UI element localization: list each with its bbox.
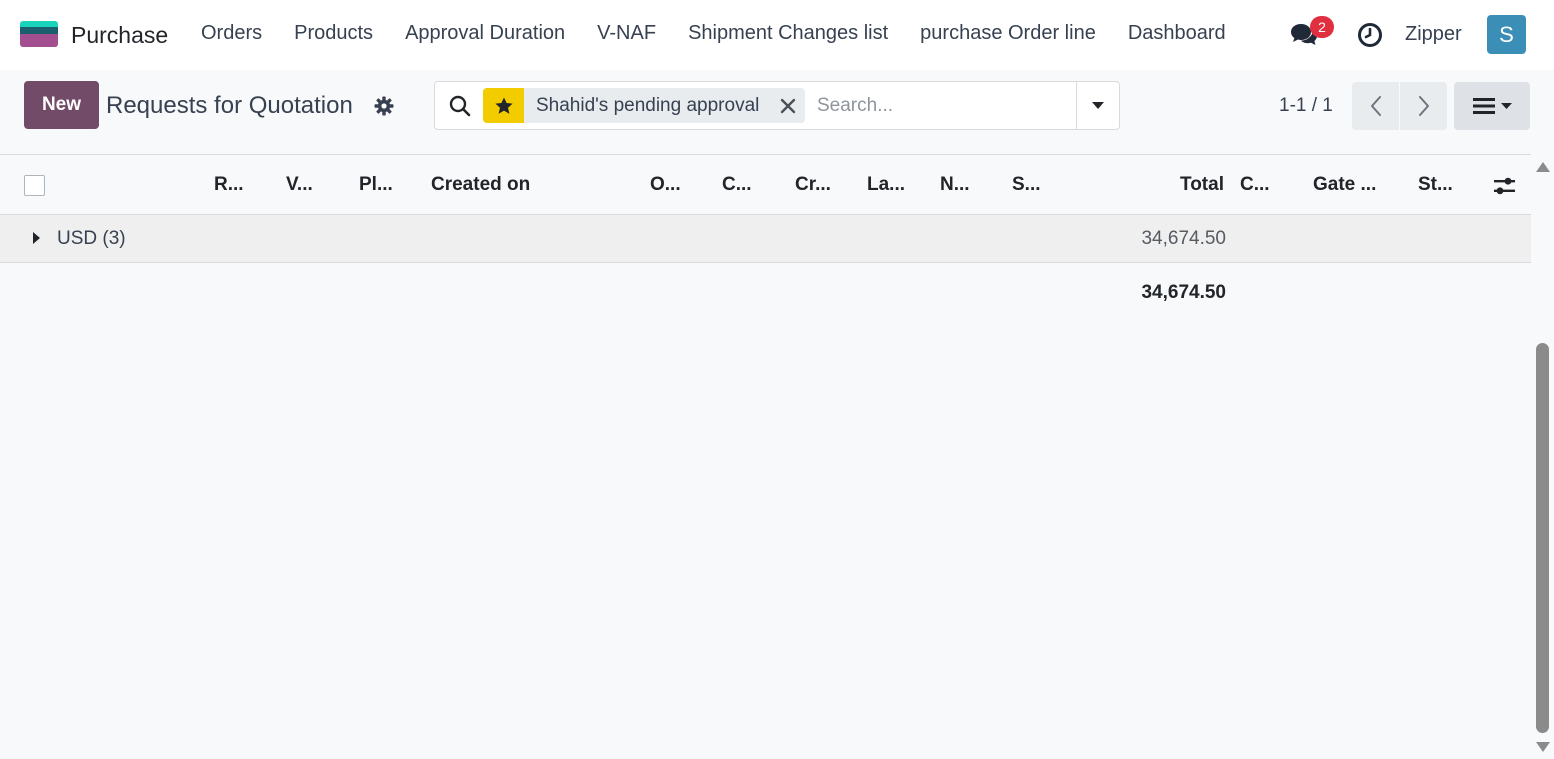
- menu-item-purchase-order-line[interactable]: purchase Order line: [904, 22, 1112, 45]
- search-icon: [449, 95, 471, 117]
- search-bar: Shahid's pending approval: [434, 81, 1120, 130]
- grand-total: 34,674.50: [1141, 282, 1226, 303]
- column-header-cr[interactable]: Cr...: [795, 174, 831, 196]
- main-menu: Orders Products Approval Duration V-NAF …: [185, 22, 1242, 45]
- column-header-status[interactable]: St...: [1418, 174, 1453, 196]
- pager-previous-button[interactable]: [1352, 82, 1399, 130]
- column-header-s[interactable]: S...: [1012, 174, 1041, 196]
- group-row-currency[interactable]: USD (3) 34,674.50: [0, 215, 1531, 263]
- search-input[interactable]: [817, 90, 1075, 122]
- column-header-reference[interactable]: R...: [214, 174, 244, 196]
- search-options-toggle[interactable]: [1076, 82, 1119, 129]
- caret-right-icon: [33, 232, 40, 244]
- scroll-up-arrow-icon[interactable]: [1536, 162, 1550, 172]
- column-header-created-on[interactable]: Created on: [431, 174, 530, 196]
- search-facet-favorite: Shahid's pending approval: [483, 88, 806, 123]
- messages-count-badge: 2: [1310, 16, 1334, 38]
- menu-item-products[interactable]: Products: [278, 22, 389, 45]
- remove-facet-close-icon[interactable]: [771, 88, 805, 123]
- menu-item-approval-duration[interactable]: Approval Duration: [389, 22, 581, 45]
- company-switcher[interactable]: Zipper: [1405, 23, 1462, 46]
- purchase-app-icon[interactable]: [20, 21, 58, 47]
- scroll-down-arrow-icon[interactable]: [1536, 742, 1550, 752]
- caret-down-icon: [1092, 101, 1104, 109]
- caret-down-icon: [1500, 102, 1512, 109]
- column-header-o[interactable]: O...: [650, 174, 681, 196]
- pager-value[interactable]: 1-1 / 1: [1279, 95, 1333, 117]
- select-all-checkbox[interactable]: [24, 175, 45, 196]
- new-button[interactable]: New: [24, 81, 99, 129]
- menu-item-shipment-changes-list[interactable]: Shipment Changes list: [672, 22, 904, 45]
- menu-item-v-naf[interactable]: V-NAF: [581, 22, 672, 45]
- list-view: R... V... Pl... Created on O... C... Cr.…: [0, 154, 1531, 759]
- chevron-left-icon: [1370, 96, 1381, 116]
- pager-next-button[interactable]: [1400, 82, 1447, 130]
- column-header-gate[interactable]: Gate ...: [1313, 174, 1376, 196]
- list-view-icon: [1472, 98, 1495, 114]
- gear-icon[interactable]: [374, 96, 394, 116]
- chevron-right-icon: [1418, 96, 1429, 116]
- column-header-la[interactable]: La...: [867, 174, 905, 196]
- group-label: USD (3): [57, 228, 126, 249]
- scroll-thumb[interactable]: [1536, 343, 1549, 733]
- column-header-n[interactable]: N...: [940, 174, 970, 196]
- facet-label: Shahid's pending approval: [536, 95, 760, 116]
- app-name[interactable]: Purchase: [71, 22, 168, 49]
- list-view-switcher[interactable]: [1454, 82, 1530, 130]
- column-header-planned[interactable]: Pl...: [359, 174, 393, 196]
- menu-item-orders[interactable]: Orders: [185, 22, 278, 45]
- optional-columns-sliders-icon[interactable]: [1493, 175, 1516, 197]
- menu-item-dashboard[interactable]: Dashboard: [1112, 22, 1242, 45]
- column-header-c[interactable]: C...: [722, 174, 752, 196]
- column-header-total[interactable]: Total: [1180, 174, 1224, 196]
- column-header-vendor[interactable]: V...: [286, 174, 313, 196]
- star-icon: [483, 88, 524, 123]
- page-title: Requests for Quotation: [106, 92, 353, 119]
- list-header: R... V... Pl... Created on O... C... Cr.…: [0, 155, 1531, 215]
- activity-clock-icon[interactable]: [1357, 22, 1383, 48]
- user-avatar[interactable]: S: [1487, 15, 1526, 54]
- group-total: 34,674.50: [1141, 228, 1226, 249]
- top-navbar: Purchase Orders Products Approval Durati…: [0, 0, 1554, 70]
- column-header-c2[interactable]: C...: [1240, 174, 1270, 196]
- vertical-scrollbar[interactable]: [1531, 154, 1554, 759]
